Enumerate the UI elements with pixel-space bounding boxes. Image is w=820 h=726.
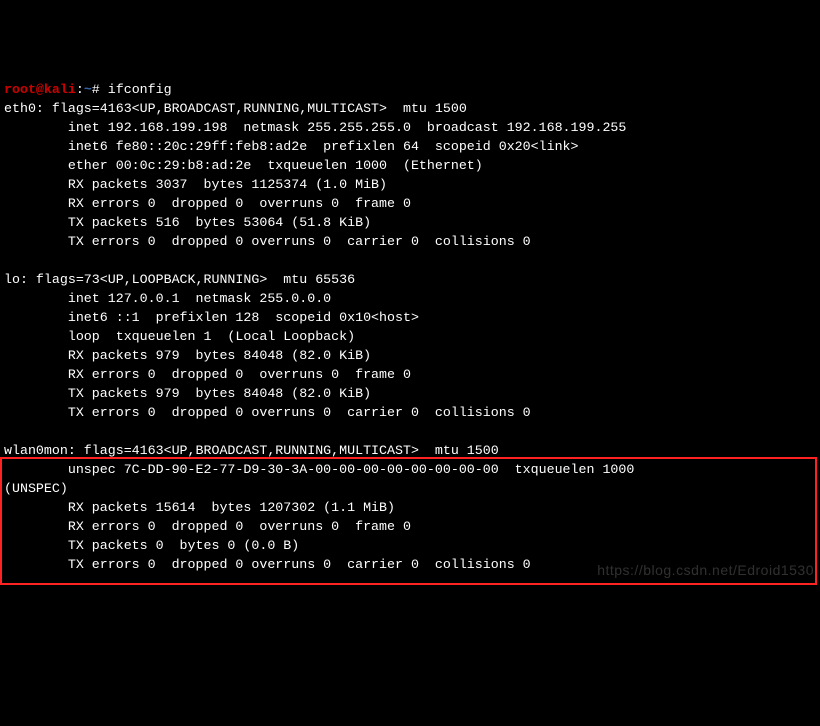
lo-line-4: loop txqueuelen 1 (Local Loopback) <box>4 329 355 344</box>
terminal-output: root@kali:~# ifconfig eth0: flags=4163<U… <box>4 80 816 574</box>
wlan0mon-line-4: RX packets 15614 bytes 1207302 (1.1 MiB) <box>4 500 395 515</box>
prompt-user: root <box>4 82 36 97</box>
prompt-tilde: ~ <box>84 82 92 97</box>
eth0-line-5: RX packets 3037 bytes 1125374 (1.0 MiB) <box>4 177 387 192</box>
prompt-at: @ <box>36 82 44 97</box>
lo-line-7: TX packets 979 bytes 84048 (82.0 KiB) <box>4 386 371 401</box>
eth0-line-2: inet 192.168.199.198 netmask 255.255.255… <box>4 120 626 135</box>
lo-line-6: RX errors 0 dropped 0 overruns 0 frame 0 <box>4 367 411 382</box>
eth0-line-1: eth0: flags=4163<UP,BROADCAST,RUNNING,MU… <box>4 101 467 116</box>
lo-line-1: lo: flags=73<UP,LOOPBACK,RUNNING> mtu 65… <box>4 272 355 287</box>
command[interactable]: ifconfig <box>108 82 172 97</box>
prompt-hash: # <box>92 82 108 97</box>
lo-line-2: inet 127.0.0.1 netmask 255.0.0.0 <box>4 291 331 306</box>
wlan0mon-line-1: wlan0mon: flags=4163<UP,BROADCAST,RUNNIN… <box>4 443 499 458</box>
wlan0mon-line-3: (UNSPEC) <box>4 481 68 496</box>
lo-line-3: inet6 ::1 prefixlen 128 scopeid 0x10<hos… <box>4 310 419 325</box>
wlan0mon-line-2: unspec 7C-DD-90-E2-77-D9-30-3A-00-00-00-… <box>4 462 650 477</box>
lo-line-5: RX packets 979 bytes 84048 (82.0 KiB) <box>4 348 371 363</box>
eth0-line-8: TX errors 0 dropped 0 overruns 0 carrier… <box>4 234 531 249</box>
wlan0mon-line-7: TX errors 0 dropped 0 overruns 0 carrier… <box>4 557 531 572</box>
eth0-line-4: ether 00:0c:29:b8:ad:2e txqueuelen 1000 … <box>4 158 483 173</box>
eth0-line-7: TX packets 516 bytes 53064 (51.8 KiB) <box>4 215 371 230</box>
eth0-line-6: RX errors 0 dropped 0 overruns 0 frame 0 <box>4 196 411 211</box>
prompt-host: kali <box>44 82 76 97</box>
wlan0mon-line-5: RX errors 0 dropped 0 overruns 0 frame 0 <box>4 519 411 534</box>
wlan0mon-line-6: TX packets 0 bytes 0 (0.0 B) <box>4 538 299 553</box>
eth0-line-3: inet6 fe80::20c:29ff:feb8:ad2e prefixlen… <box>4 139 579 154</box>
prompt-colon: : <box>76 82 84 97</box>
lo-line-8: TX errors 0 dropped 0 overruns 0 carrier… <box>4 405 531 420</box>
